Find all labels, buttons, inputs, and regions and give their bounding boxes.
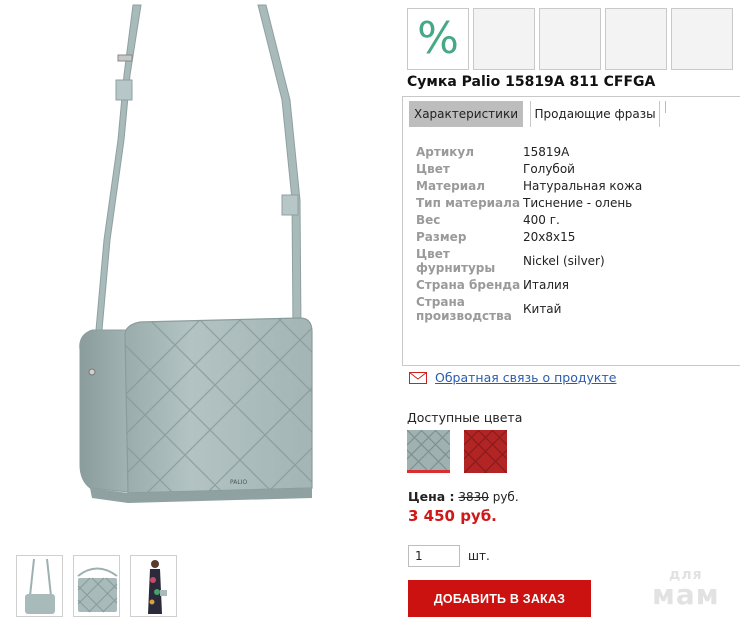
spec-label: Артикул <box>416 145 474 159</box>
spec-row: Размер 20x8x15 <box>416 230 642 244</box>
sale-badge: % <box>407 8 469 70</box>
spec-row: Цвет Голубой <box>416 162 642 176</box>
color-swatches <box>396 429 518 474</box>
price-label: Цена : <box>408 489 455 504</box>
spec-row: Цвет фурнитуры Nickel (silver) <box>416 247 642 275</box>
old-price: 3830 <box>458 490 489 504</box>
thumbnail-1[interactable] <box>16 555 63 617</box>
thumbnail-3[interactable] <box>130 555 177 617</box>
new-price: 3 450 руб. <box>408 507 497 525</box>
spec-label: Цвет фурнитуры <box>416 247 496 275</box>
spec-label: Страна бренда <box>416 278 521 292</box>
spec-row: Тип материала Тиснение - олень <box>416 196 642 210</box>
available-colors-label: Доступные цвета <box>407 410 523 425</box>
spec-label: Тип материала <box>416 196 521 210</box>
badge-placeholder <box>671 8 733 70</box>
tab-divider <box>665 101 666 113</box>
watermark-logo: для мам <box>652 568 720 611</box>
specs-table: Артикул 15819A Цвет Голубой Материал Натура… <box>416 145 642 326</box>
spec-value: 400 г. <box>523 213 560 227</box>
thumbnail-2[interactable] <box>73 555 120 617</box>
quantity-unit: шт. <box>468 549 490 563</box>
product-title: Сумка Palio 15819A 811 CFFGA <box>407 74 656 90</box>
envelope-icon <box>409 371 427 384</box>
tab-selling-phrases[interactable]: Продающие фразы <box>530 101 660 127</box>
spec-value: Голубой <box>523 162 575 176</box>
spec-row: Вес 400 г. <box>416 213 642 227</box>
quantity-input[interactable] <box>408 545 460 567</box>
badge-placeholder <box>605 8 667 70</box>
spec-value: Тиснение - олень <box>523 196 633 210</box>
spec-value: Nickel (silver) <box>523 254 605 268</box>
color-swatch-blue[interactable] <box>396 429 461 473</box>
spec-row: Артикул 15819A <box>416 145 642 159</box>
badge-placeholder <box>539 8 601 70</box>
percent-icon: % <box>417 13 459 64</box>
spec-row: Страна производства Китай <box>416 295 642 323</box>
color-swatch-red[interactable] <box>453 429 518 474</box>
spec-row: Страна бренда Италия <box>416 278 642 292</box>
spec-label: Страна производства <box>416 295 512 323</box>
spec-row: Материал Натуральная кожа <box>416 179 642 193</box>
feedback-link[interactable]: Обратная связь о продукте <box>435 370 616 385</box>
spec-value: Италия <box>523 278 570 292</box>
tab-characteristics[interactable]: Характеристики <box>409 101 523 127</box>
feedback-row: Обратная связь о продукте <box>409 370 616 385</box>
thumbnail-strip <box>16 555 177 617</box>
old-price-currency: руб. <box>492 490 519 504</box>
spec-label: Материал <box>416 179 486 193</box>
spec-value: Китай <box>523 302 562 316</box>
spec-label: Размер <box>416 230 467 244</box>
bag-brand-text: PALIO <box>230 479 247 486</box>
spec-value: 15819A <box>523 145 570 159</box>
watermark-bottom: мам <box>652 578 720 611</box>
spec-label: Вес <box>416 213 441 227</box>
badge-row: % <box>407 8 733 70</box>
product-main-image[interactable]: PALIO <box>0 0 400 540</box>
spec-value: 20x8x15 <box>523 230 576 244</box>
add-to-order-button[interactable]: ДОБАВИТЬ В ЗАКАЗ <box>408 580 591 617</box>
spec-label: Цвет <box>416 162 450 176</box>
quantity-row: шт. <box>408 545 490 567</box>
spec-value: Натуральная кожа <box>523 179 643 193</box>
badge-placeholder <box>473 8 535 70</box>
price-line: Цена : 3830 руб. <box>408 489 519 504</box>
